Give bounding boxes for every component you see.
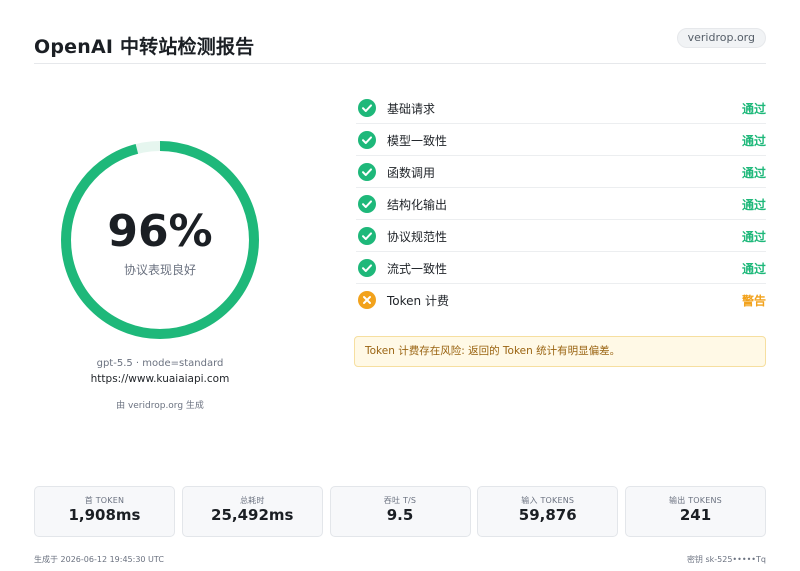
stat-label: 输入 TOKENS	[521, 496, 575, 505]
report-header: OpenAI 中转站检测报告 veridrop.org	[34, 28, 766, 64]
check-label: 模型一致性	[387, 134, 448, 148]
check-row: 模型一致性 通过	[356, 124, 766, 156]
cross-icon	[358, 291, 376, 309]
model-info: gpt-5.5 · mode=standard	[96, 358, 224, 369]
stat-card: 总耗时 25,492ms	[181, 486, 323, 537]
check-list: 基础请求 通过 模型一致性 通过 函数调用 通过 结构化输出 通过 协议规范性 通过 流式一致性 通过…	[356, 92, 766, 316]
stat-card: 输出 TOKENS 241	[625, 486, 766, 537]
generated-timestamp: 生成于 2026-06-12 19:45:30 UTC	[34, 555, 164, 564]
domain-badge[interactable]: veridrop.org	[676, 28, 766, 48]
stat-card: 输入 TOKENS 59,876	[477, 486, 619, 537]
check-status: 通过	[741, 230, 766, 244]
check-status: 通过	[741, 262, 766, 276]
check-icon	[358, 99, 376, 117]
check-row: 基础请求 通过	[356, 92, 766, 124]
check-icon	[358, 195, 376, 213]
warning-banner: Token 计费存在风险: 返回的 Token 统计有明显偏差。	[354, 336, 766, 367]
stat-value: 9.5	[386, 506, 414, 524]
check-label: 流式一致性	[387, 262, 448, 276]
generated-by: 由 veridrop.org 生成	[116, 401, 204, 411]
check-status: 通过	[741, 166, 766, 180]
stat-value: 241	[679, 506, 712, 524]
score-value: 96%	[107, 206, 213, 257]
stat-value: 59,876	[518, 506, 577, 524]
api-key-masked: 密钥 sk-525•••••Tq	[686, 555, 766, 564]
endpoint-url[interactable]: https://www.kuaiaiapi.com	[60, 373, 260, 385]
check-icon	[358, 227, 376, 245]
stats-row: 首 TOKEN 1,908ms 总耗时 25,492ms 吞吐 T/S 9.5 输入 TOK…	[34, 486, 766, 537]
stat-label: 输出 TOKENS	[669, 496, 722, 505]
check-status: 通过	[741, 102, 766, 116]
stat-card: 首 TOKEN 1,908ms	[34, 486, 175, 537]
check-row: 函数调用 通过	[356, 156, 766, 188]
check-icon	[358, 163, 376, 181]
score-ring: 96% 协议表现良好	[60, 140, 260, 340]
check-icon	[358, 259, 376, 277]
check-label: 函数调用	[387, 166, 436, 180]
check-status: 通过	[741, 134, 766, 148]
check-status: 警告	[741, 294, 766, 308]
check-label: 结构化输出	[387, 198, 448, 212]
score-label: 协议表现良好	[123, 263, 196, 277]
check-status: 通过	[741, 198, 766, 212]
stat-card: 吞吐 T/S 9.5	[329, 486, 471, 537]
check-icon	[358, 131, 376, 149]
page-title: OpenAI 中转站检测报告	[34, 36, 255, 58]
stat-label: 吞吐 T/S	[383, 496, 417, 505]
check-label: 协议规范性	[387, 230, 448, 244]
check-row: 流式一致性 通过	[356, 252, 766, 284]
stat-value: 1,908ms	[68, 506, 141, 524]
stat-label: 首 TOKEN	[84, 496, 125, 505]
stat-value: 25,492ms	[211, 506, 294, 524]
check-row: 结构化输出 通过	[356, 188, 766, 220]
check-row: Token 计费 警告	[356, 284, 766, 316]
check-row: 协议规范性 通过	[356, 220, 766, 252]
check-label: 基础请求	[387, 102, 436, 116]
stat-label: 总耗时	[239, 496, 265, 505]
check-label: Token 计费	[387, 294, 449, 308]
